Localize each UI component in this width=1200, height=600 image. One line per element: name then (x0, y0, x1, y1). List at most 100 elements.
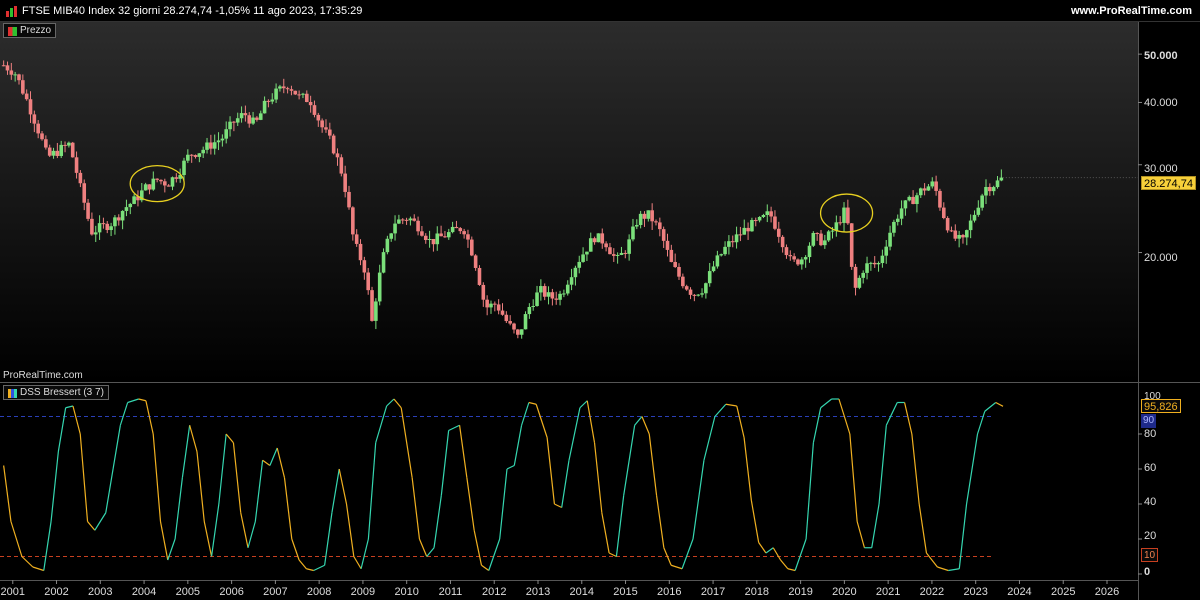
candle-up (450, 226, 455, 233)
candle-down (40, 133, 44, 140)
candle-up (704, 283, 708, 294)
candle-up (205, 142, 209, 150)
candle-up (646, 210, 651, 219)
candle-down (473, 255, 478, 268)
candle-down (55, 150, 60, 156)
candle-down (24, 93, 29, 100)
candle-down (604, 243, 608, 248)
x-tick-2011: 2011 (438, 586, 463, 598)
candle-up (857, 277, 862, 288)
candle-up (800, 259, 804, 265)
dss-lower-level-tag: 10 (1141, 548, 1159, 562)
candle-down (101, 223, 106, 225)
candle-down (70, 142, 75, 158)
candle-down (796, 259, 800, 265)
site-link[interactable]: www.ProRealTime.com (1071, 5, 1192, 17)
candle-down (773, 216, 777, 229)
indicator-legend[interactable]: DSS Bressert (3 7) (3, 385, 109, 400)
dss-tick-20: 20 (1144, 530, 1157, 542)
candle-down (815, 232, 819, 234)
candle-up (519, 329, 524, 335)
candle-down (9, 70, 14, 75)
candle-up (67, 142, 71, 146)
candle-down (304, 93, 309, 102)
candle-down (347, 191, 351, 208)
candle-down (354, 234, 359, 244)
candle-down (788, 255, 793, 257)
candle-up (97, 223, 102, 233)
candle-up (884, 246, 889, 256)
candle-down (853, 266, 858, 288)
candle-up (489, 303, 493, 308)
candle-down (504, 314, 509, 322)
candle-legend-icon (8, 27, 17, 36)
candle-down (922, 188, 927, 191)
candle-down (554, 298, 559, 300)
candle-up (270, 99, 275, 102)
x-tick-2026: 2026 (1094, 586, 1120, 598)
price-legend-label: Prezzo (20, 25, 52, 36)
candle-up (984, 186, 988, 196)
y-tick-40000: 40.000 (1144, 97, 1178, 109)
candle-down (166, 185, 171, 187)
candle-down (730, 241, 735, 243)
x-tick-2001: 2001 (0, 586, 26, 598)
x-tick-2018: 2018 (744, 586, 770, 598)
candle-down (945, 218, 950, 231)
price-legend[interactable]: Prezzo (3, 23, 57, 38)
candle-up (888, 232, 892, 247)
candle-up (807, 245, 812, 258)
candle-down (961, 234, 965, 238)
candle-down (232, 121, 236, 123)
prorealtime-logo-icon (6, 6, 17, 17)
x-tick-2025: 2025 (1050, 586, 1076, 598)
candle-up (734, 234, 739, 243)
candle-up (220, 138, 225, 141)
dss-tick-40: 40 (1144, 496, 1157, 508)
candle-up (727, 241, 731, 247)
candle-up (742, 227, 747, 235)
x-tick-2020: 2020 (832, 586, 857, 598)
candle-down (324, 127, 328, 130)
candle-down (938, 190, 942, 208)
x-tick-2016: 2016 (657, 586, 682, 598)
chart-canvas[interactable] (0, 0, 1200, 600)
candle-down (404, 219, 409, 221)
candle-down (63, 144, 67, 146)
candle-down (661, 229, 666, 241)
candle-down (738, 234, 743, 236)
candle-up (631, 226, 635, 240)
candle-down (209, 142, 213, 149)
indicator-legend-icon (8, 389, 17, 398)
candle-up (715, 255, 720, 267)
candle-up (972, 214, 977, 221)
candle-up (980, 195, 984, 208)
candle-down (516, 329, 520, 335)
x-tick-2009: 2009 (350, 586, 376, 598)
candle-down (941, 207, 946, 219)
x-tick-2004: 2004 (131, 586, 157, 598)
candle-up (128, 203, 133, 208)
candle-up (251, 117, 255, 124)
candle-up (581, 254, 585, 262)
candle-down (297, 94, 301, 96)
candle-down (673, 261, 677, 267)
candle-up (903, 200, 908, 209)
x-tick-2017: 2017 (700, 586, 726, 598)
candle-up (186, 154, 190, 161)
candle-down (90, 218, 94, 235)
instrument-title: FTSE MIB40 Index 32 giorni 28.274,74 -1,… (22, 5, 363, 17)
candle-down (247, 115, 252, 124)
candle-down (819, 233, 823, 246)
candle-up (170, 177, 175, 187)
candle-up (750, 220, 754, 232)
candle-down (608, 247, 612, 255)
title-bar: FTSE MIB40 Index 32 giorni 28.274,74 -1,… (0, 0, 1200, 22)
candle-up (93, 232, 98, 235)
candle-up (865, 263, 869, 273)
dss-tick-60: 60 (1144, 462, 1157, 474)
candle-up (892, 221, 896, 233)
candle-down (443, 236, 447, 238)
candle-down (328, 129, 332, 136)
candle-down (17, 74, 21, 81)
